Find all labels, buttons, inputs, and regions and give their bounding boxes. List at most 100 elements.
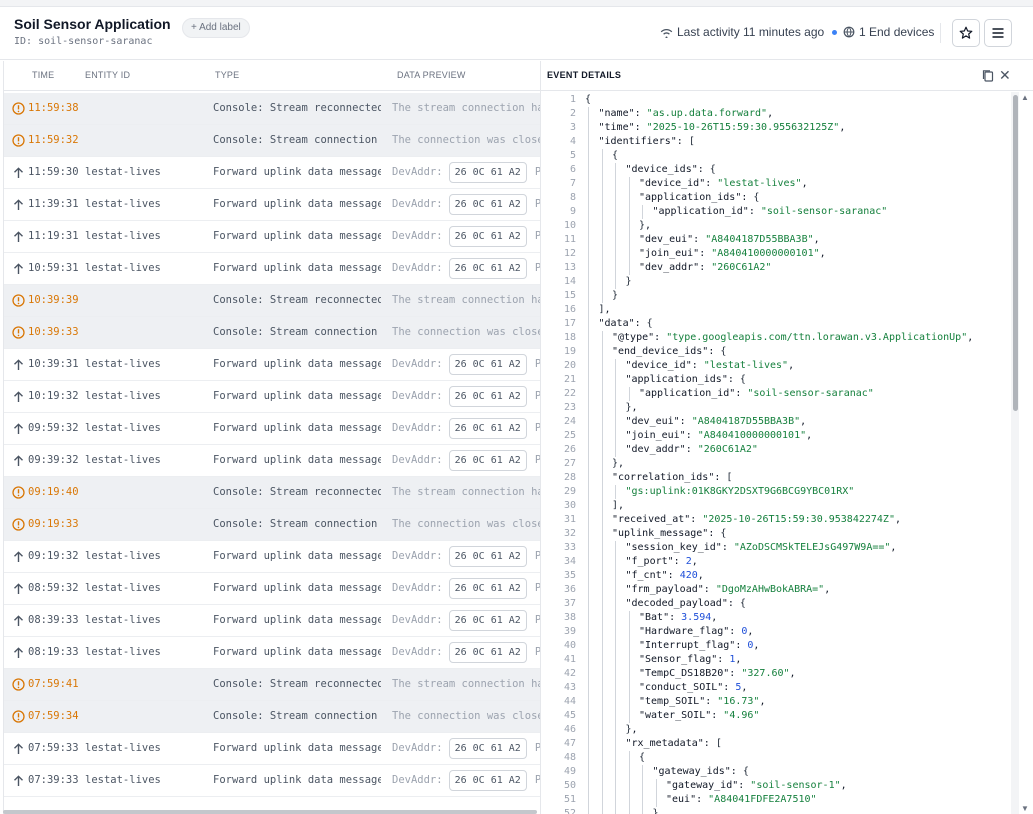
table-row[interactable]: 09:19:40 Console: Stream reconnected The s…	[4, 477, 540, 509]
code-line: 37 "decoded_payload": {	[541, 597, 1013, 611]
table-horizontal-scrollbar[interactable]	[3, 810, 537, 814]
line-content: "dev_addr": "260C61A2"	[626, 443, 758, 457]
dev-addr-chip[interactable]: 26 0C 61 A2	[448, 577, 527, 599]
details-scrollbar-thumb[interactable]	[1013, 95, 1018, 411]
favorite-button[interactable]	[952, 19, 980, 47]
table-row[interactable]: 10:39:31 lestat-lives Forward uplink data …	[4, 349, 540, 381]
json-key: "conduct_SOIL":	[639, 682, 736, 693]
json-punctuation: }	[625, 276, 632, 287]
indent-guide	[615, 625, 616, 639]
indent-guide	[655, 779, 657, 793]
row-type: Forward uplink data message	[213, 166, 381, 178]
dev-addr-chip[interactable]: 26 0C 61 A2	[448, 385, 527, 407]
table-row[interactable]: 07:39:33 lestat-lives Forward uplink data …	[4, 765, 540, 797]
table-row[interactable]: 09:59:32 lestat-lives Forward uplink data …	[4, 413, 540, 445]
dev-addr-chip[interactable]: 26 0C 61 A2	[448, 353, 527, 375]
table-row[interactable]: 11:59:30 lestat-lives Forward uplink data …	[4, 157, 540, 189]
json-string: "A8404187D55BBA3B"	[691, 416, 801, 427]
dev-addr-chip[interactable]: 26 0C 61 A2	[448, 449, 527, 471]
code-line: 39 "Hardware_flag": 0,	[541, 625, 1013, 639]
column-header-time[interactable]: TIME	[32, 70, 54, 80]
table-row[interactable]: 08:19:33 lestat-lives Forward uplink data …	[4, 637, 540, 669]
add-label-button[interactable]: + Add label	[182, 18, 250, 38]
table-row[interactable]: 11:59:38 Console: Stream reconnected The s…	[4, 93, 540, 125]
dev-addr-chip[interactable]: 26 0C 61 A2	[448, 737, 527, 759]
dev-addr-chip[interactable]: 26 0C 61 A2	[448, 609, 527, 631]
json-punctuation: ,	[800, 416, 807, 427]
table-row[interactable]: 08:59:32 lestat-lives Forward uplink data …	[4, 573, 540, 605]
dev-addr-chip[interactable]: 26 0C 61 A2	[448, 641, 527, 663]
indent-guide	[642, 205, 643, 219]
table-row[interactable]: 10:39:33 Console: Stream connection c… The…	[4, 317, 540, 349]
column-header-entity-id[interactable]: ENTITY ID	[85, 70, 130, 80]
table-row[interactable]: 07:59:41 Console: Stream reconnected The s…	[4, 669, 540, 701]
dev-addr-chip[interactable]: 26 0C 61 A2	[448, 161, 527, 183]
indent-guide	[615, 793, 616, 807]
line-number: 21	[563, 374, 576, 385]
menu-button[interactable]	[984, 19, 1012, 47]
indent-guide	[588, 219, 589, 233]
table-row[interactable]: 07:59:34 Console: Stream connection c… The…	[4, 701, 540, 733]
json-key: "rx_metadata":	[625, 738, 716, 749]
json-punctuation: ,	[618, 500, 625, 511]
indent-guide	[615, 415, 616, 429]
table-row[interactable]: 10:39:39 Console: Stream reconnected The s…	[4, 285, 540, 317]
json-string: "260C61A2"	[711, 262, 772, 273]
json-punctuation: ,	[604, 304, 611, 315]
dev-addr-chip[interactable]: 26 0C 61 A2	[448, 545, 527, 567]
event-json-viewer[interactable]: 1{2 "name": "as.up.data.forward", 3 "time":…	[541, 93, 1013, 814]
table-row[interactable]: 11:19:31 lestat-lives Forward uplink data …	[4, 221, 540, 253]
json-key: "session_key_id":	[625, 542, 734, 553]
dev-addr-chip[interactable]: 26 0C 61 A2	[448, 193, 527, 215]
dev-addr-chip[interactable]: 26 0C 61 A2	[448, 417, 527, 439]
info-circle-icon	[11, 477, 25, 508]
table-row[interactable]: 09:19:32 lestat-lives Forward uplink data …	[4, 541, 540, 573]
table-row[interactable]: 07:59:33 lestat-lives Forward uplink data …	[4, 733, 540, 765]
table-row[interactable]: 10:19:32 lestat-lives Forward uplink data …	[4, 381, 540, 413]
indent-guide	[601, 443, 603, 457]
indent-guide	[588, 345, 589, 359]
json-key: "f_cnt":	[625, 570, 680, 581]
row-type: Forward uplink data message	[213, 550, 381, 562]
row-entity-id: lestat-lives	[85, 358, 161, 370]
dev-addr-chip[interactable]: 26 0C 61 A2	[448, 257, 527, 279]
preview-text: DevAddr:	[392, 230, 443, 242]
json-key: "device_id":	[639, 178, 718, 189]
end-devices-text[interactable]: 1 End devices	[859, 25, 934, 39]
copy-icon[interactable]	[981, 69, 995, 83]
json-key: "identifiers":	[598, 136, 689, 147]
table-row[interactable]: 09:19:33 Console: Stream connection c… The…	[4, 509, 540, 541]
scroll-up-arrow-icon[interactable]: ▲	[1021, 93, 1029, 102]
preview-text: DevAddr:	[392, 198, 443, 210]
line-number: 6	[569, 164, 576, 175]
row-time: 10:39:31	[28, 358, 79, 370]
indent-guide	[588, 331, 589, 345]
indent-guide	[615, 737, 616, 751]
code-line: 27},	[541, 457, 1013, 471]
table-row[interactable]: 11:59:32 Console: Stream connection c… The…	[4, 125, 540, 157]
indent-guide	[588, 205, 589, 219]
column-header-type[interactable]: TYPE	[215, 70, 239, 80]
code-line: 41 "Sensor_flag": 1,	[541, 653, 1013, 667]
indent-guide	[601, 331, 603, 345]
indent-guide	[615, 583, 616, 597]
scroll-down-arrow-icon[interactable]: ▼	[1021, 804, 1029, 813]
row-entity-id	[85, 93, 205, 124]
table-row[interactable]: 10:59:31 lestat-lives Forward uplink data …	[4, 253, 540, 285]
end-devices-link[interactable]: 1 End devices	[843, 25, 934, 39]
preview-text: The connection was closed	[392, 710, 540, 722]
json-punctuation: {	[720, 528, 727, 539]
dev-addr-chip[interactable]: 26 0C 61 A2	[448, 225, 527, 247]
json-punctuation: ,	[631, 402, 638, 413]
table-row[interactable]: 11:39:31 lestat-lives Forward uplink data …	[4, 189, 540, 221]
arrow-up-icon	[11, 541, 25, 572]
indent-guide	[601, 597, 603, 611]
preview-text: The connection was closed	[392, 326, 540, 338]
indent-guide	[601, 583, 603, 597]
column-header-data-preview[interactable]: DATA PREVIEW	[397, 70, 466, 80]
table-row[interactable]: 09:39:32 lestat-lives Forward uplink data …	[4, 445, 540, 477]
table-row[interactable]: 08:39:33 lestat-lives Forward uplink data …	[4, 605, 540, 637]
dev-addr-chip[interactable]: 26 0C 61 A2	[448, 769, 527, 791]
close-icon[interactable]: ✕	[999, 68, 1011, 82]
row-type: Forward uplink data message	[213, 230, 381, 242]
